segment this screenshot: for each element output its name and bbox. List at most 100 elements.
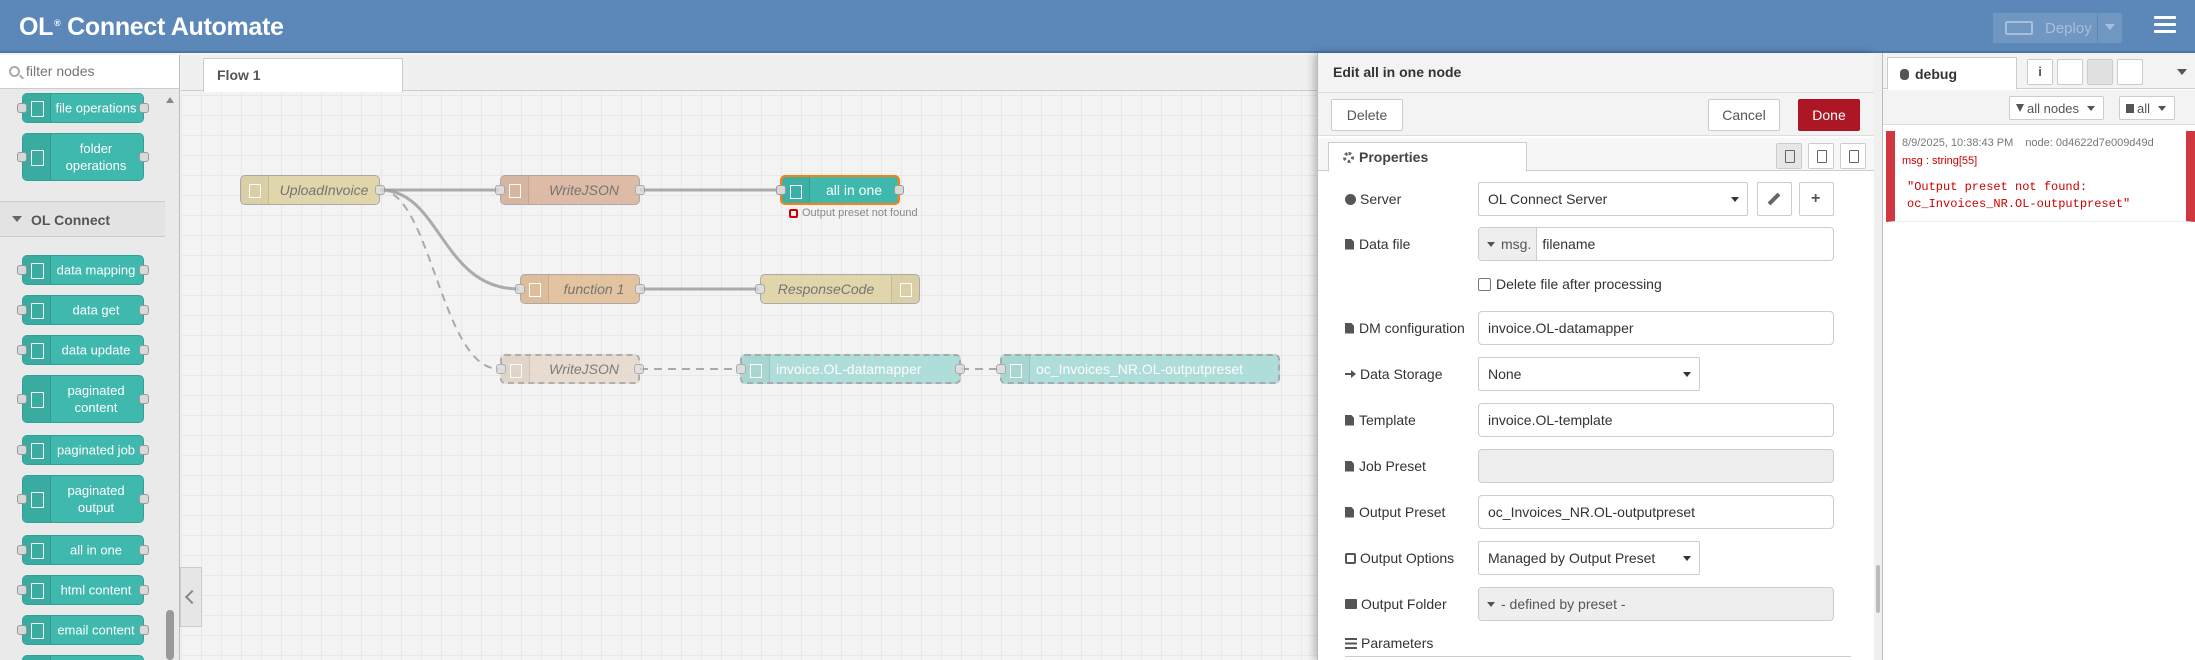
flow-node-datamapper-disabled[interactable]: invoice.OL-datamapper [736, 354, 965, 384]
caret-down-icon [1487, 601, 1495, 607]
tab-properties[interactable]: Properties [1328, 142, 1527, 172]
function-icon [521, 275, 549, 303]
node-palette: file operations folder operations OL Con… [0, 55, 180, 660]
palette-node-data-get[interactable]: data get [17, 295, 149, 325]
file-output-icon [23, 476, 51, 522]
datafile-type-select[interactable]: msg. [1479, 228, 1538, 260]
book-icon[interactable] [2057, 59, 2083, 85]
flow-workspace[interactable]: Flow 1 UploadInvoice WriteJSON all in on… [181, 55, 1317, 660]
envelope-icon [23, 616, 51, 644]
job-preset-input[interactable] [1478, 449, 1834, 483]
form-row-outputfolder: Output Folder [1345, 589, 1477, 619]
palette-node-file-operations[interactable]: file operations [17, 93, 149, 123]
code-file-icon [1002, 356, 1030, 382]
palette-node-html-content[interactable]: html content [17, 575, 149, 605]
chevron-down-icon [12, 216, 22, 222]
deploy-menu-caret-icon[interactable] [2105, 24, 2115, 30]
tray-toolbar: Delete Cancel Done [1318, 93, 1874, 136]
sidebar-tabs: debug i [1883, 53, 2195, 90]
filter-icon [2016, 104, 2024, 112]
html-file-icon [23, 576, 51, 604]
folder-icon [1345, 599, 1357, 609]
palette-node-paginated-output[interactable]: paginated output [17, 475, 149, 523]
palette-collapse-icon[interactable] [180, 567, 202, 627]
tray-scrollbar[interactable] [1874, 53, 1882, 660]
node-settings-icon[interactable] [1776, 143, 1802, 169]
flow-node-outputpreset-disabled[interactable]: oc_Invoices_NR.OL-outputpreset [996, 354, 1280, 384]
palette-filter [0, 55, 179, 89]
server-select[interactable]: OL Connect Server [1478, 182, 1748, 216]
form-row-server: Server [1345, 184, 1477, 214]
app-header: OL® Connect Automate Deploy [0, 0, 2195, 53]
palette-scrollbar[interactable] [166, 610, 174, 660]
file-icon [502, 356, 530, 382]
edit-server-button[interactable] [1757, 182, 1792, 216]
deploy-button[interactable]: Deploy [1993, 13, 2122, 43]
caret-down-icon [1487, 241, 1495, 247]
plus-icon: + [1811, 190, 1821, 207]
flow-node-writejson[interactable]: WriteJSON [495, 175, 645, 205]
info-icon[interactable]: i [2027, 59, 2053, 85]
cancel-button[interactable]: Cancel [1708, 99, 1780, 131]
code-file-icon [23, 376, 51, 422]
debug-clear-button[interactable]: all [2119, 96, 2176, 120]
flow-node-writejson-disabled[interactable]: WriteJSON [496, 354, 644, 384]
palette-node-email-content[interactable]: email content [17, 615, 149, 645]
parameters-list[interactable] [1345, 656, 1851, 660]
file-icon [1345, 460, 1354, 472]
cubes-icon [782, 177, 810, 203]
output-folder-type-select[interactable]: - defined by preset - [1479, 588, 1631, 620]
delete-button[interactable]: Delete [1331, 99, 1403, 131]
tab-debug[interactable]: debug [1887, 57, 2017, 90]
file-icon [23, 94, 51, 122]
delete-after-processing-checkbox[interactable]: Delete file after processing [1478, 276, 1662, 292]
folder-icon [23, 134, 51, 180]
palette-node-partial[interactable] [22, 655, 144, 660]
datafile-typed-input[interactable]: msg. filename [1478, 227, 1834, 261]
palette-node-data-mapping[interactable]: data mapping [17, 255, 149, 285]
file-icon [501, 176, 529, 204]
bug-icon [1900, 69, 1909, 80]
palette-node-data-update[interactable]: data update [17, 335, 149, 365]
node-description-icon[interactable] [1808, 143, 1834, 169]
palette-node-paginated-job[interactable]: paginated job [17, 435, 149, 465]
sidebar-menu-caret-icon[interactable] [2177, 69, 2187, 75]
palette-node-folder-operations[interactable]: folder operations [17, 133, 149, 181]
done-button[interactable]: Done [1798, 99, 1860, 131]
dm-configuration-input[interactable]: invoice.OL-datamapper [1478, 311, 1834, 345]
debug-topic: msg : string[55] [1902, 155, 1978, 167]
node-appearance-icon[interactable] [1840, 143, 1866, 169]
trash-icon [2126, 103, 2134, 113]
checkbox-icon[interactable] [1478, 277, 1491, 291]
debug-toolbar: all nodes all [1883, 90, 2195, 125]
output-preset-input[interactable]: oc_Invoices_NR.OL-outputpreset [1478, 495, 1834, 529]
debug-node-id[interactable]: node: 0d4622d7e009d49d [2025, 137, 2153, 149]
data-storage-select[interactable]: None [1478, 357, 1700, 391]
error-status-icon [789, 208, 798, 218]
template-input[interactable]: invoice.OL-template [1478, 403, 1834, 437]
debug-filter-button[interactable]: all nodes [2009, 96, 2105, 120]
add-server-button[interactable]: + [1799, 182, 1834, 216]
database-icon [742, 356, 770, 382]
form-row-dm: DM configuration [1345, 313, 1477, 343]
main-menu-icon[interactable] [2154, 16, 2176, 34]
flow-node-all-in-one[interactable]: all in one [776, 175, 904, 205]
search-icon [9, 66, 20, 77]
palette-filter-input[interactable] [26, 63, 166, 79]
layers-icon [23, 436, 51, 464]
node-status: Output preset not found [789, 207, 918, 219]
config-gear-icon[interactable] [2117, 59, 2143, 85]
palette-category-ol-connect[interactable]: OL Connect [0, 201, 165, 237]
palette-scroll-up-icon[interactable] [166, 97, 174, 103]
caret-down-icon [2158, 105, 2167, 111]
flow-node-responsecode[interactable]: ResponseCode [755, 274, 920, 304]
flow-node-uploadinvoice[interactable]: UploadInvoice [240, 175, 385, 205]
palette-node-all-in-one[interactable]: all in one [17, 535, 149, 565]
datafile-value[interactable]: filename [1537, 236, 1595, 252]
palette-node-paginated-content[interactable]: paginated content [17, 375, 149, 423]
output-folder-typed-input[interactable]: - defined by preset - [1478, 587, 1834, 621]
output-options-select[interactable]: Managed by Output Preset [1478, 541, 1700, 575]
flow-node-function-1[interactable]: function 1 [515, 274, 645, 304]
debug-bug-icon[interactable] [2087, 59, 2113, 85]
debug-message[interactable]: 8/9/2025, 10:38:43 PM node: 0d4622d7e009d… [1886, 131, 2195, 222]
